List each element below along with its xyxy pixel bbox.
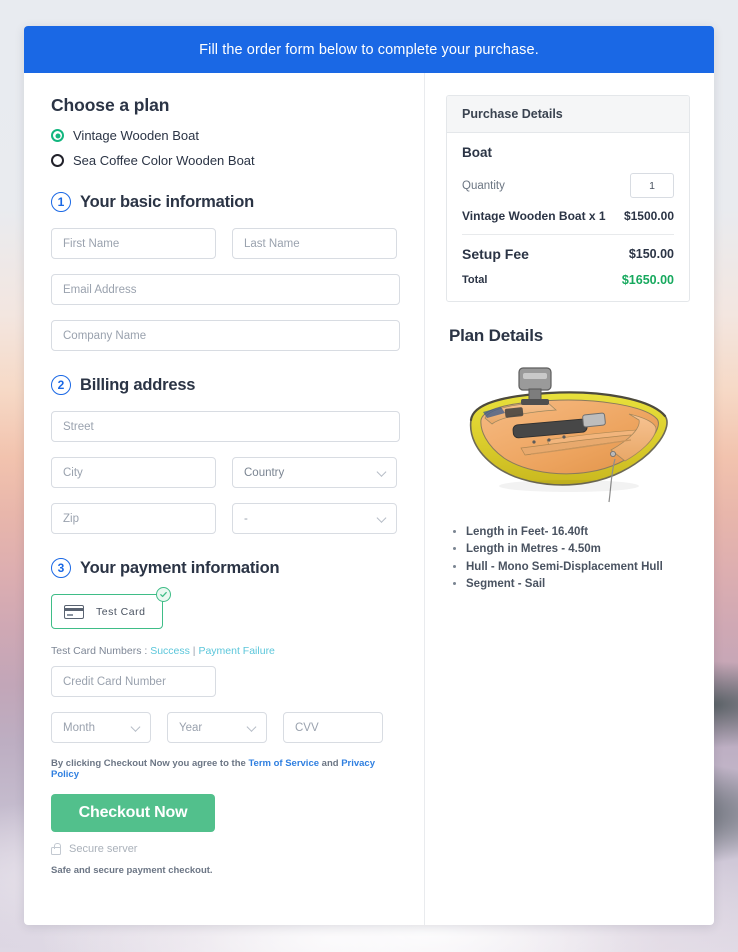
credit-card-icon: [64, 604, 84, 619]
plan-option-label: Sea Coffee Color Wooden Boat: [73, 153, 255, 168]
zip-input[interactable]: Zip: [51, 503, 216, 534]
step-number-badge: 1: [51, 192, 71, 212]
secure-server-label: Secure server: [69, 843, 138, 855]
setup-fee-row: Setup Fee $150.00: [462, 246, 674, 262]
step-title: Your payment information: [80, 558, 280, 577]
line-item-row: Vintage Wooden Boat x 1 $1500.00: [462, 209, 674, 223]
expiry-year-value: Year: [179, 721, 203, 734]
total-label: Total: [462, 274, 488, 286]
country-select[interactable]: Country: [232, 457, 397, 488]
link-payment-failure[interactable]: Payment Failure: [198, 645, 274, 657]
radio-unselected-icon[interactable]: [51, 154, 64, 167]
setup-fee-price: $150.00: [628, 247, 674, 261]
expiry-cvv-row: Month Year CVV: [51, 712, 400, 743]
line-item-label: Vintage Wooden Boat x 1: [462, 209, 606, 223]
step-title: Your basic information: [80, 192, 255, 211]
terms-prefix: By clicking Checkout Now you agree to th…: [51, 758, 249, 769]
link-success[interactable]: Success: [150, 645, 190, 657]
safe-checkout-note: Safe and secure payment checkout.: [51, 865, 213, 876]
check-circle-icon: [156, 587, 172, 602]
list-item: Length in Metres - 4.50m: [466, 541, 690, 557]
plan-details-title: Plan Details: [449, 326, 543, 345]
payment-method-label: Test Card: [96, 605, 146, 618]
name-row: First Name Last Name: [51, 228, 400, 259]
first-name-input[interactable]: First Name: [51, 228, 216, 259]
chevron-down-icon: [376, 466, 387, 477]
page-banner: Fill the order form below to complete yo…: [24, 26, 714, 73]
plan-specs-list: Length in Feet- 16.40ft Length in Metres…: [446, 524, 690, 592]
item-group-label: Boat: [462, 145, 492, 160]
list-item: Hull - Mono Semi-Displacement Hull: [466, 559, 690, 575]
total-price: $1650.00: [621, 273, 674, 287]
step-header-basic-information: 1 Your basic information: [51, 192, 400, 212]
secure-server-row: Secure server: [51, 842, 400, 855]
email-row: Email Address: [51, 274, 400, 305]
expiry-year-select[interactable]: Year: [167, 712, 267, 743]
chevron-down-icon: [376, 512, 387, 523]
state-select[interactable]: -: [232, 503, 397, 534]
payment-method-wrapper: Test Card: [51, 587, 172, 629]
expiry-month-value: Month: [63, 721, 95, 734]
banner-text: Fill the order form below to complete yo…: [199, 41, 539, 58]
radio-selected-icon[interactable]: [51, 129, 64, 142]
step-title: Billing address: [80, 375, 196, 394]
checkout-now-button[interactable]: Checkout Now: [51, 794, 215, 832]
quantity-label: Quantity: [462, 179, 505, 192]
zip-state-row: Zip -: [51, 503, 400, 534]
total-row: Total $1650.00: [462, 273, 674, 287]
link-term-of-service[interactable]: Term of Service: [248, 758, 319, 769]
payment-method-test-card[interactable]: Test Card: [51, 594, 164, 629]
quantity-row: Quantity 1: [462, 173, 674, 198]
terms-and: and: [319, 758, 342, 769]
summary-column: Purchase Details Boat Quantity 1 Vintage…: [425, 73, 714, 925]
boat-image: [469, 367, 668, 503]
step-number-badge: 2: [51, 375, 71, 395]
step-header-payment-information: 3 Your payment information: [51, 558, 400, 578]
checkout-card: Fill the order form below to complete yo…: [24, 26, 714, 925]
step-number-badge: 3: [51, 558, 71, 578]
order-form-column: Choose a plan Vintage Wooden Boat Sea Co…: [24, 73, 425, 925]
company-name-input[interactable]: Company Name: [51, 320, 400, 351]
choose-plan-heading: Choose a plan: [51, 95, 170, 115]
quantity-input[interactable]: 1: [630, 173, 674, 198]
chevron-down-icon: [130, 721, 141, 732]
company-row: Company Name: [51, 320, 400, 351]
cvv-input[interactable]: CVV: [283, 712, 383, 743]
test-card-numbers-prefix: Test Card Numbers :: [51, 645, 151, 657]
list-item: Segment - Sail: [466, 576, 690, 592]
plan-option-vintage-wooden-boat[interactable]: Vintage Wooden Boat: [51, 128, 400, 143]
plan-option-sea-coffee-color-wooden-boat[interactable]: Sea Coffee Color Wooden Boat: [51, 153, 400, 168]
state-select-value: -: [244, 512, 248, 525]
last-name-input[interactable]: Last Name: [232, 228, 397, 259]
terms-line: By clicking Checkout Now you agree to th…: [51, 758, 400, 780]
setup-fee-label: Setup Fee: [462, 246, 529, 262]
divider: [462, 234, 674, 235]
expiry-month-select[interactable]: Month: [51, 712, 151, 743]
credit-card-number-row: Credit Card Number: [51, 666, 400, 697]
purchase-details-title: Purchase Details: [447, 96, 689, 133]
city-country-row: City Country: [51, 457, 400, 488]
city-input[interactable]: City: [51, 457, 216, 488]
list-item: Length in Feet- 16.40ft: [466, 524, 690, 540]
test-card-numbers-line: Test Card Numbers : Success | Payment Fa…: [51, 645, 400, 657]
street-input[interactable]: Street: [51, 411, 400, 442]
lock-icon: [51, 842, 61, 855]
country-select-value: Country: [244, 466, 285, 479]
step-header-billing-address: 2 Billing address: [51, 375, 400, 395]
chevron-down-icon: [246, 721, 257, 732]
purchase-details-panel: Purchase Details Boat Quantity 1 Vintage…: [446, 95, 690, 302]
line-item-price: $1500.00: [623, 209, 674, 223]
email-input[interactable]: Email Address: [51, 274, 400, 305]
credit-card-number-input[interactable]: Credit Card Number: [51, 666, 216, 697]
plan-option-label: Vintage Wooden Boat: [73, 128, 200, 143]
street-row: Street: [51, 411, 400, 442]
